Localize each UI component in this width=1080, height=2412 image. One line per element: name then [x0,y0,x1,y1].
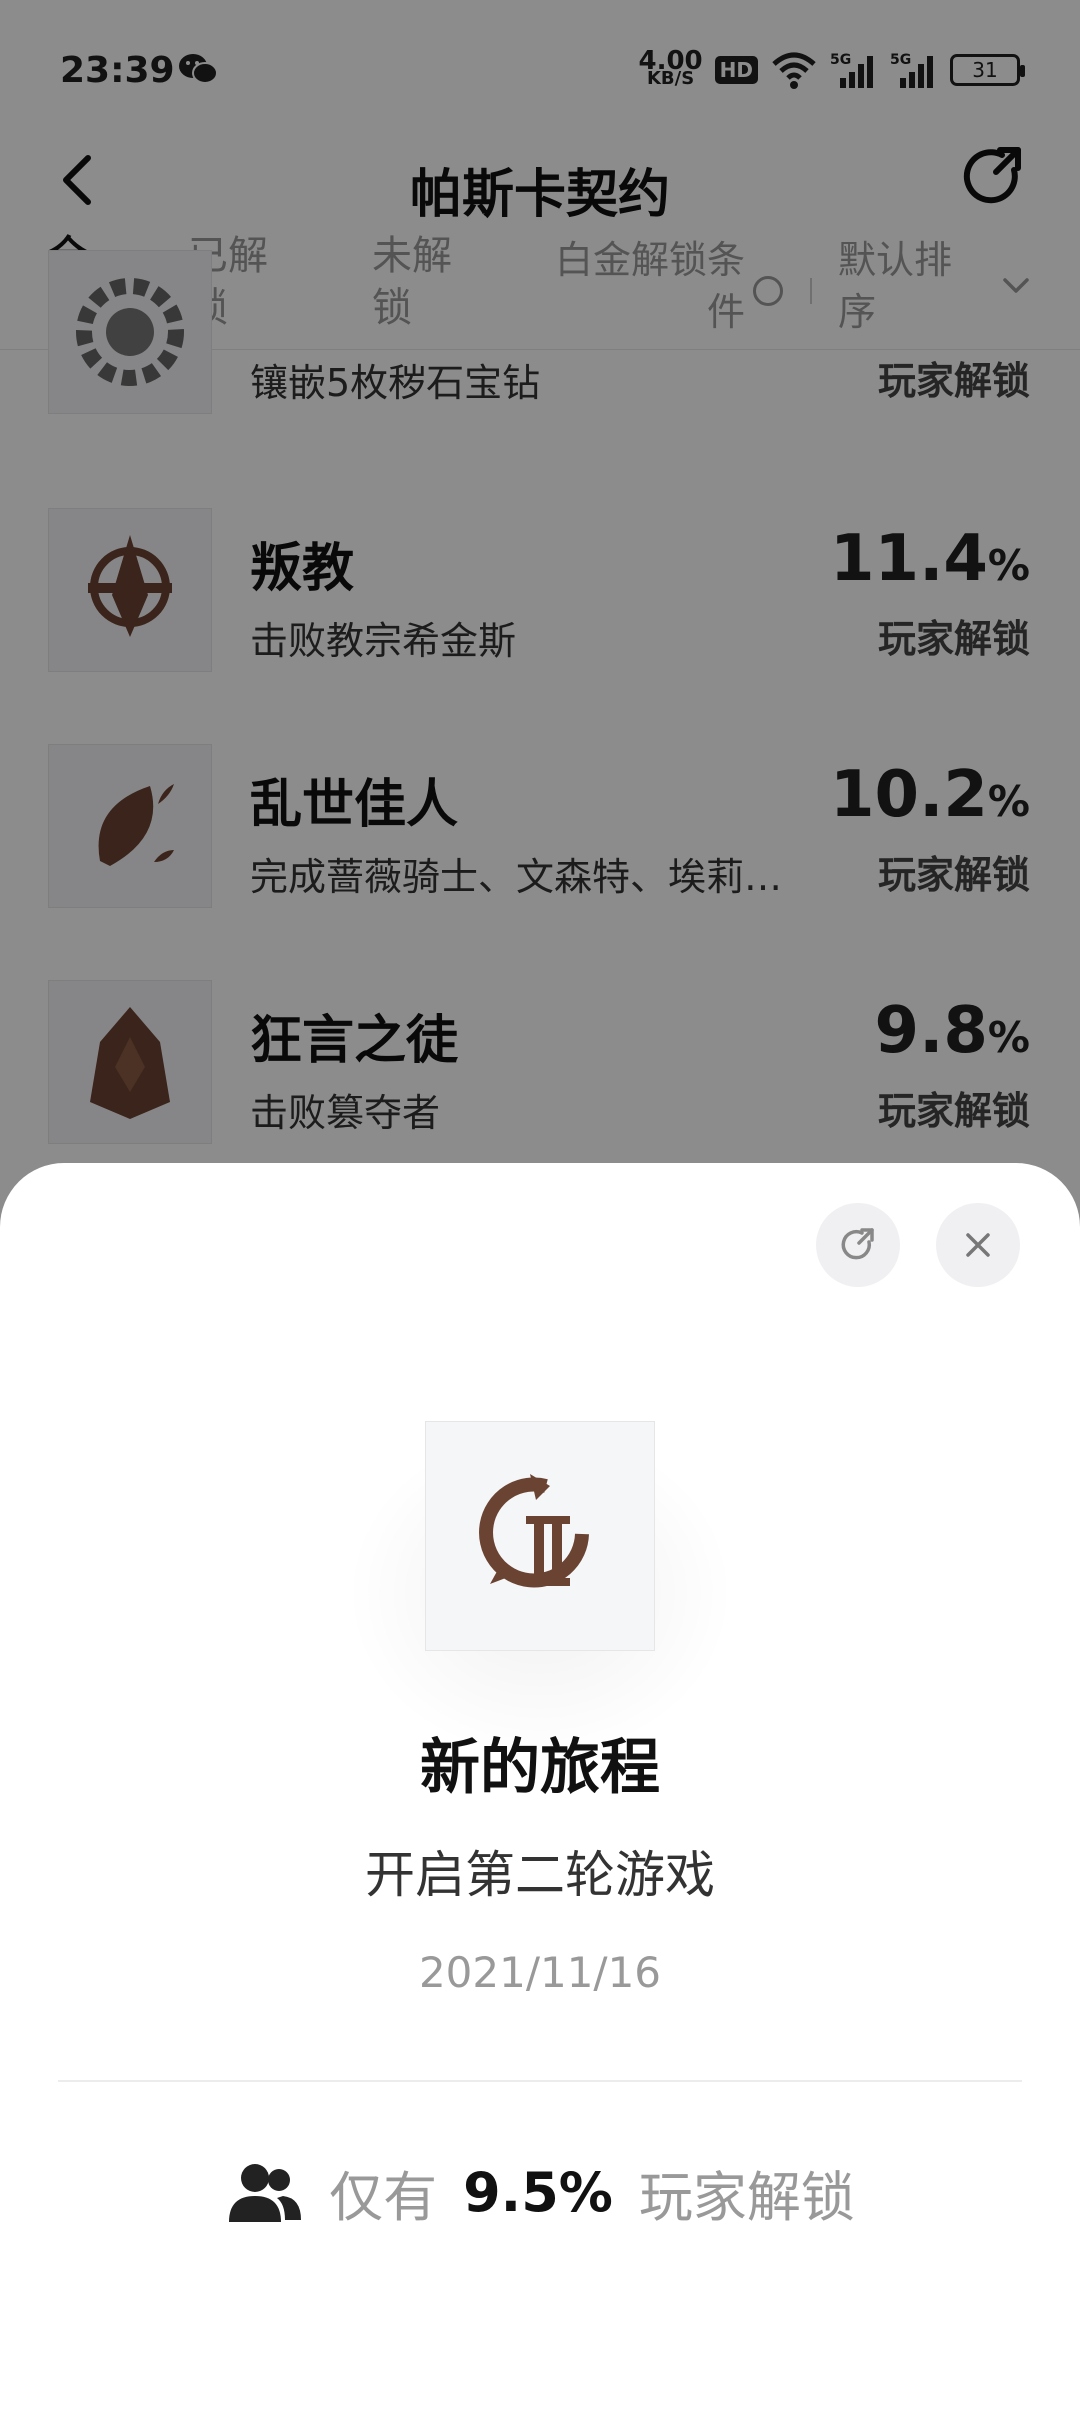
rarity-value: 9.5% [463,2161,613,2224]
close-button[interactable] [936,1203,1020,1287]
achievement-title: 新的旅程 [420,1733,660,1803]
achievement-date: 2021/11/16 [418,1948,662,1997]
rarity-stat: 仅有 9.5% 玩家解锁 [0,2153,1080,2232]
divider [58,2080,1022,2082]
close-icon [966,1233,990,1257]
achievement-description: 开启第二轮游戏 [365,1846,715,1904]
share-button[interactable] [816,1203,900,1287]
new-journey-badge-icon [479,1474,589,1588]
rarity-prefix: 仅有 [329,2166,438,2229]
achievement-detail-sheet: 新的旅程 开启第二轮游戏 2021/11/16 仅有 9.5% 玩家解锁 [0,1163,1080,2412]
rarity-suffix: 玩家解锁 [638,2166,855,2229]
achievement-badge-large [425,1421,655,1651]
share-icon [841,1228,874,1260]
users-icon [229,2163,302,2222]
